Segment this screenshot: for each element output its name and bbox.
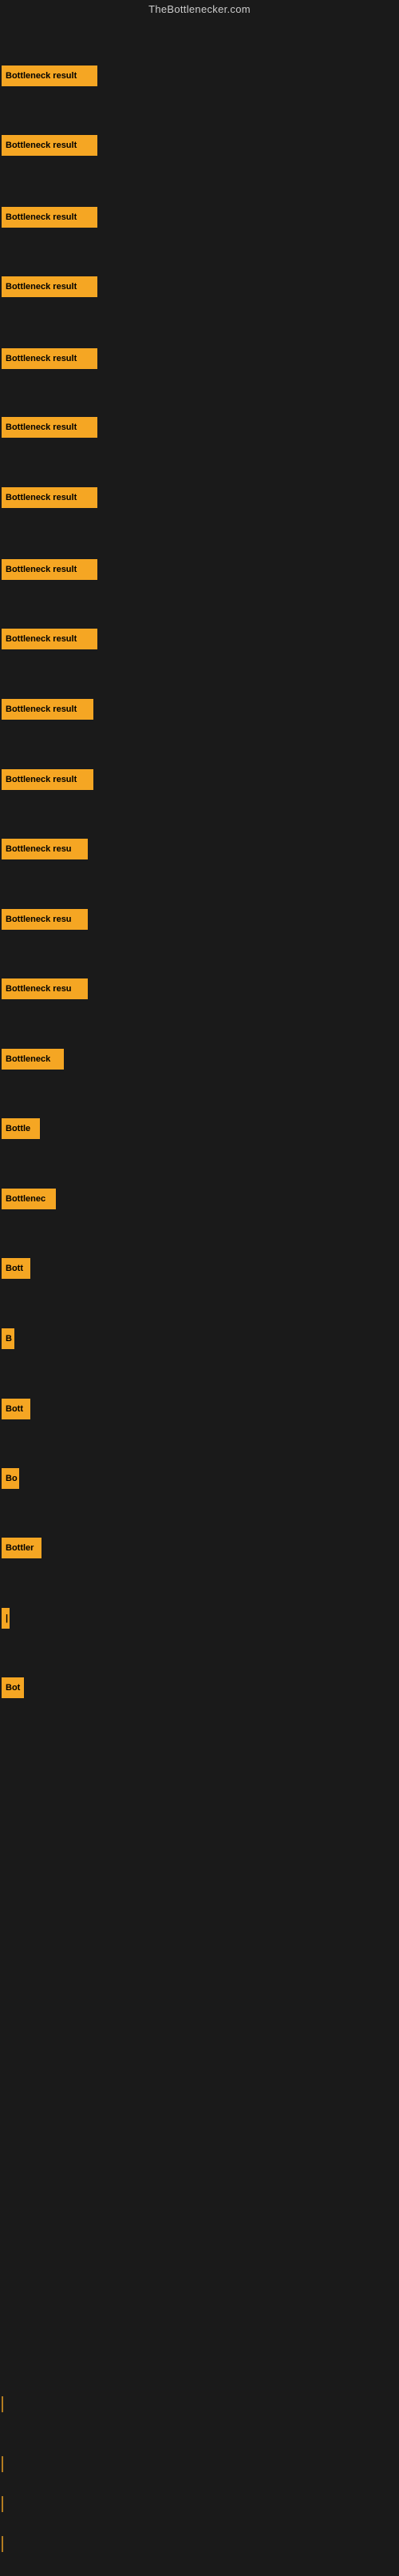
bottleneck-bar-19: Bott xyxy=(2,1399,30,1419)
bottleneck-bar-4: Bottleneck result xyxy=(2,348,97,369)
bottleneck-bar-0: Bottleneck result xyxy=(2,65,97,86)
bottleneck-bar-10: Bottleneck result xyxy=(2,769,93,790)
bottleneck-bar-5: Bottleneck result xyxy=(2,417,97,438)
bars-container: Bottleneck result Bottleneck result Bottle… xyxy=(0,20,399,2576)
bottleneck-bar-13: Bottleneck resu xyxy=(2,978,88,999)
page-wrapper: TheBottlenecker.com Bottleneck resultBot… xyxy=(0,0,399,2576)
bottleneck-bar-12: Bottleneck resu xyxy=(2,909,88,930)
site-title: TheBottlenecker.com xyxy=(0,0,399,20)
bottleneck-bar-15: Bottle xyxy=(2,1118,40,1139)
bottleneck-bar-2: Bottleneck result xyxy=(2,207,97,228)
bottleneck-bar-18: B xyxy=(2,1328,14,1349)
bottleneck-bar-9: Bottleneck result xyxy=(2,699,93,720)
bottleneck-bar-3: Bottleneck result xyxy=(2,276,97,297)
bottleneck-bar-14: Bottleneck xyxy=(2,1049,64,1070)
bottleneck-bar-22: | xyxy=(2,1608,10,1629)
bottleneck-bar-20: Bo xyxy=(2,1468,19,1489)
bottleneck-bar-6: Bottleneck result xyxy=(2,487,97,508)
bottleneck-bar-8: Bottleneck result xyxy=(2,629,97,649)
bottleneck-bar-17: Bott xyxy=(2,1258,30,1279)
bottleneck-bar-11: Bottleneck resu xyxy=(2,839,88,859)
bottleneck-bar-16: Bottlenec xyxy=(2,1189,56,1209)
bottleneck-bar-1: Bottleneck result xyxy=(2,135,97,156)
bottleneck-bar-7: Bottleneck result xyxy=(2,559,97,580)
bottleneck-bar-23: Bot xyxy=(2,1677,24,1698)
bottleneck-bar-21: Bottler xyxy=(2,1538,41,1558)
